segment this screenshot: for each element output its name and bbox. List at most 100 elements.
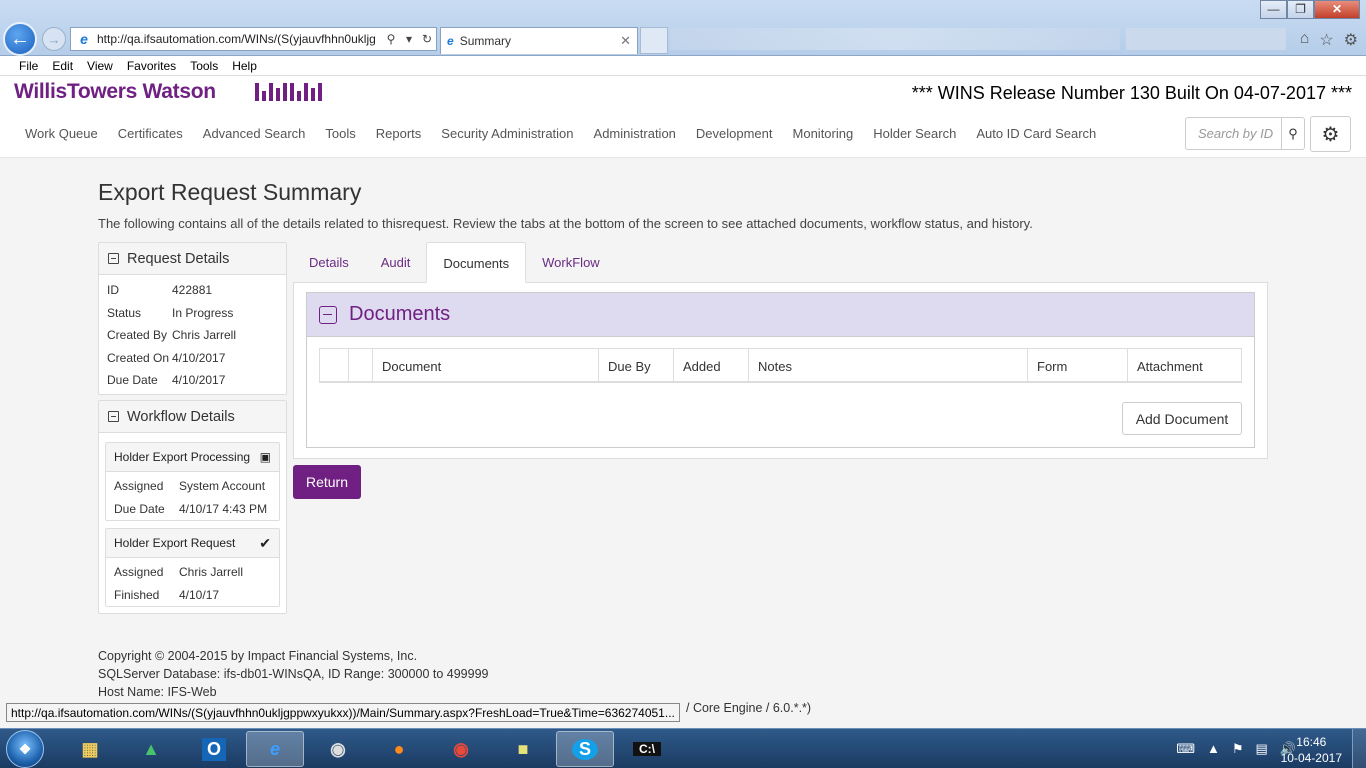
outlook-icon[interactable]: O bbox=[185, 731, 243, 767]
search-by-id-input[interactable]: Search by ID bbox=[1185, 117, 1282, 150]
flag-icon[interactable]: ⚑ bbox=[1232, 741, 1244, 757]
start-orb-icon[interactable]: ❖ bbox=[6, 730, 44, 768]
request-details-header[interactable]: Request Details bbox=[99, 243, 286, 275]
close-tab-icon[interactable]: ✕ bbox=[620, 33, 631, 49]
browser-titlebar: ← → e http://qa.ifsautomation.com/WINs/(… bbox=[0, 0, 1366, 56]
column-header-attachment[interactable]: Attachment bbox=[1128, 349, 1241, 381]
show-desktop-button[interactable] bbox=[1352, 729, 1366, 768]
menu-favorites[interactable]: Favorites bbox=[127, 59, 176, 73]
forward-arrow-icon[interactable]: → bbox=[42, 27, 66, 51]
window-controls: — ❐ ✕ bbox=[1260, 0, 1360, 19]
tab-documents[interactable]: Documents bbox=[426, 242, 527, 283]
favorites-star-icon[interactable]: ☆ bbox=[1319, 30, 1333, 50]
home-icon[interactable]: ⌂ bbox=[1300, 30, 1310, 50]
windows-taskbar: ❖ ▦ ▲ O e ◉ ● ◉ ■ S C:\ ⌨ ▲ ⚑ ▤ 🔊 16:46 … bbox=[0, 728, 1366, 768]
footer-database: SQLServer Database: ifs-db01-WINsQA, ID … bbox=[98, 667, 489, 681]
address-url[interactable]: http://qa.ifsautomation.com/WINs/(S(yjau… bbox=[97, 32, 382, 46]
nav-certificates[interactable]: Certificates bbox=[118, 126, 183, 141]
ie-tab-icon: e bbox=[447, 34, 454, 48]
drive-icon[interactable]: ▲ bbox=[122, 731, 180, 767]
summary-tabs: Details Audit Documents WorkFlow bbox=[293, 242, 616, 283]
created-by-label: Created By bbox=[107, 328, 168, 342]
dropdown-icon[interactable]: ▾ bbox=[400, 32, 418, 46]
nav-development[interactable]: Development bbox=[696, 126, 773, 141]
release-banner: *** WINS Release Number 130 Built On 04-… bbox=[911, 83, 1352, 103]
mouse-icon[interactable]: ◉ bbox=[309, 731, 367, 767]
nav-reports[interactable]: Reports bbox=[376, 126, 422, 141]
checkmark-icon: ✔ bbox=[259, 534, 271, 551]
minimize-icon[interactable]: — bbox=[1260, 0, 1287, 19]
new-tab-button[interactable] bbox=[640, 27, 668, 54]
step-due-date-value: 4/10/17 4:43 PM bbox=[179, 502, 268, 516]
browser-tab-summary[interactable]: e Summary ✕ bbox=[440, 27, 638, 54]
collapse-icon[interactable] bbox=[108, 411, 119, 422]
return-button[interactable]: Return bbox=[293, 465, 361, 499]
firefox-icon[interactable]: ● bbox=[370, 731, 428, 767]
address-bar[interactable]: e http://qa.ifsautomation.com/WINs/(S(yj… bbox=[70, 27, 437, 51]
gear-icon[interactable]: ⚙ bbox=[1344, 30, 1358, 50]
clock-time: 16:46 bbox=[1296, 735, 1327, 749]
footer-host: Host Name: IFS-Web bbox=[98, 685, 217, 699]
collapse-icon[interactable] bbox=[108, 253, 119, 264]
back-arrow-icon[interactable]: ← bbox=[3, 22, 37, 56]
settings-gear-icon[interactable]: ⚙ bbox=[1310, 116, 1351, 152]
file-explorer-icon[interactable]: ▦ bbox=[61, 731, 119, 767]
nav-auto-id-card-search[interactable]: Auto ID Card Search bbox=[976, 126, 1096, 141]
ie-page-icon: e bbox=[80, 31, 88, 47]
column-header-notes[interactable]: Notes bbox=[749, 349, 1028, 381]
menu-tools[interactable]: Tools bbox=[190, 59, 218, 73]
created-on-label: Created On bbox=[107, 351, 170, 365]
chrome-icon[interactable]: ◉ bbox=[432, 731, 490, 767]
brand-logo[interactable]: WillisTowers Watson bbox=[14, 80, 216, 104]
column-header-added[interactable]: Added bbox=[674, 349, 749, 381]
documents-header[interactable]: Documents bbox=[307, 293, 1254, 337]
tab-title: Summary bbox=[459, 34, 512, 48]
search-icon[interactable]: ⚲ bbox=[1281, 117, 1305, 150]
refresh-icon[interactable]: ↻ bbox=[418, 32, 436, 46]
skype-icon[interactable]: S bbox=[556, 731, 614, 767]
nav-tools[interactable]: Tools bbox=[325, 126, 355, 141]
footer-engine-version: / Core Engine / 6.0.*.*) bbox=[686, 701, 812, 715]
assigned-label: Assigned bbox=[114, 565, 164, 579]
tab-details[interactable]: Details bbox=[293, 242, 365, 283]
tab-audit[interactable]: Audit bbox=[365, 242, 427, 283]
collapse-icon[interactable] bbox=[319, 305, 337, 324]
created-by-value: Chris Jarrell bbox=[172, 328, 237, 342]
tab-workflow[interactable]: WorkFlow bbox=[526, 242, 616, 283]
network-icon[interactable]: ▤ bbox=[1256, 741, 1268, 757]
nav-monitoring[interactable]: Monitoring bbox=[793, 126, 854, 141]
status-label: Status bbox=[107, 306, 142, 320]
add-document-button[interactable]: Add Document bbox=[1122, 402, 1242, 435]
assigned-value: System Account bbox=[179, 479, 266, 493]
taskbar-clock[interactable]: 16:46 10-04-2017 bbox=[1281, 734, 1342, 766]
keyboard-icon[interactable]: ⌨ bbox=[1176, 741, 1195, 757]
brand-logo-mark bbox=[255, 83, 322, 101]
column-header-due-by[interactable]: Due By bbox=[599, 349, 674, 381]
tray-expand-icon[interactable]: ▲ bbox=[1207, 741, 1220, 757]
page-title: Export Request Summary bbox=[98, 179, 362, 205]
column-header[interactable] bbox=[349, 349, 373, 381]
command-prompt-icon[interactable]: C:\ bbox=[618, 731, 676, 767]
browser-menubar: File Edit View Favorites Tools Help bbox=[0, 56, 1366, 76]
nav-holder-search[interactable]: Holder Search bbox=[873, 126, 956, 141]
menu-view[interactable]: View bbox=[87, 59, 113, 73]
app-header: WillisTowers Watson *** WINS Release Num… bbox=[0, 76, 1366, 109]
workflow-details-header[interactable]: Workflow Details bbox=[99, 401, 286, 433]
column-header[interactable] bbox=[320, 349, 349, 381]
internet-explorer-icon[interactable]: e bbox=[246, 731, 304, 767]
due-date-value: 4/10/2017 bbox=[172, 373, 226, 387]
nav-security-administration[interactable]: Security Administration bbox=[441, 126, 573, 141]
nav-advanced-search[interactable]: Advanced Search bbox=[203, 126, 306, 141]
nav-work-queue[interactable]: Work Queue bbox=[25, 126, 98, 141]
menu-help[interactable]: Help bbox=[232, 59, 257, 73]
close-window-icon[interactable]: ✕ bbox=[1314, 0, 1360, 19]
restore-icon[interactable]: ❐ bbox=[1287, 0, 1314, 19]
menu-file[interactable]: File bbox=[19, 59, 38, 73]
column-header-document[interactable]: Document bbox=[373, 349, 599, 381]
search-icon[interactable]: ⚲ bbox=[382, 32, 400, 46]
menu-edit[interactable]: Edit bbox=[52, 59, 73, 73]
column-header-form[interactable]: Form bbox=[1028, 349, 1128, 381]
sticky-notes-icon[interactable]: ■ bbox=[494, 731, 552, 767]
footer-copyright: Copyright © 2004-2015 by Impact Financia… bbox=[98, 649, 418, 663]
nav-administration[interactable]: Administration bbox=[594, 126, 676, 141]
